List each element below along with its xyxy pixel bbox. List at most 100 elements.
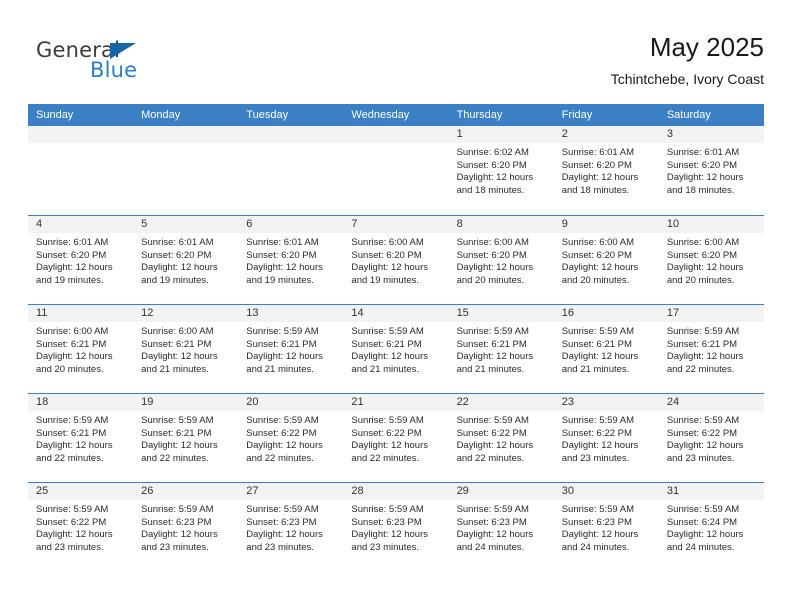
calendar-day-cell[interactable]: 7 Sunrise: 6:00 AM Sunset: 6:20 PM Daylight…: [343, 216, 449, 304]
day-number-band: 17: [658, 305, 764, 322]
daylight-text-line1: Daylight: 12 hours: [561, 529, 639, 541]
day-number: 17: [666, 307, 680, 319]
day-number-band: 3: [658, 126, 764, 143]
sunset-text: Sunset: 6:22 PM: [456, 427, 527, 439]
daylight-text-line2: and 22 minutes.: [246, 452, 314, 464]
calendar-day-cell[interactable]: 31 Sunrise: 5:59 AM Sunset: 6:24 PM Dayligh…: [658, 483, 764, 571]
page-header: General Blue May 2025 Tchintchebe, Ivory…: [28, 30, 764, 96]
day-number: 21: [351, 396, 364, 408]
day-sun-info: Sunrise: 6:02 AM Sunset: 6:20 PM Daylight:…: [449, 143, 554, 197]
daylight-text-line1: Daylight: 12 hours: [351, 351, 428, 363]
daylight-text-line2: and 23 minutes.: [36, 541, 104, 553]
daylight-text-line1: Daylight: 12 hours: [666, 262, 744, 274]
day-number-band: 9: [553, 216, 659, 233]
daylight-text-line2: and 23 minutes.: [141, 541, 209, 553]
sunrise-text: Sunrise: 5:59 AM: [456, 415, 529, 426]
calendar-day-cell[interactable]: 30 Sunrise: 5:59 AM Sunset: 6:23 PM Dayligh…: [553, 483, 659, 571]
calendar-day-cell[interactable]: 26 Sunrise: 5:59 AM Sunset: 6:23 PM Dayligh…: [133, 483, 239, 571]
calendar-day-cell[interactable]: 23 Sunrise: 5:59 AM Sunset: 6:22 PM Dayligh…: [553, 394, 659, 482]
day-sun-info: Sunrise: 5:59 AM Sunset: 6:23 PM Daylight:…: [133, 500, 238, 554]
day-sun-info: Sunrise: 5:59 AM Sunset: 6:21 PM Daylight:…: [659, 322, 764, 376]
daylight-text-line2: and 24 minutes.: [456, 541, 525, 553]
sunrise-text: Sunrise: 5:59 AM: [666, 326, 740, 337]
day-number-band: [343, 126, 449, 143]
daylight-text-line1: Daylight: 12 hours: [246, 440, 323, 452]
calendar-day-cell[interactable]: 3 Sunrise: 6:01 AM Sunset: 6:20 PM Daylight…: [658, 126, 764, 215]
calendar-day-cell[interactable]: 14 Sunrise: 5:59 AM Sunset: 6:21 PM Dayligh…: [343, 305, 449, 393]
day-number: 14: [351, 307, 364, 319]
calendar-day-cell[interactable]: 24 Sunrise: 5:59 AM Sunset: 6:22 PM Dayligh…: [658, 394, 764, 482]
weekday-header-sunday: Sunday: [36, 109, 74, 121]
sunrise-text: Sunrise: 5:59 AM: [561, 326, 635, 337]
calendar-day-cell[interactable]: 1 Sunrise: 6:02 AM Sunset: 6:20 PM Daylight…: [448, 126, 554, 215]
calendar-week-row: 25 Sunrise: 5:59 AM Sunset: 6:22 PM Dayligh…: [28, 482, 764, 571]
calendar-day-cell[interactable]: 21 Sunrise: 5:59 AM Sunset: 6:22 PM Dayligh…: [343, 394, 449, 482]
calendar-day-cell[interactable]: 4 Sunrise: 6:01 AM Sunset: 6:20 PM Daylight…: [28, 216, 134, 304]
calendar-day-cell[interactable]: 2 Sunrise: 6:01 AM Sunset: 6:20 PM Daylight…: [553, 126, 659, 215]
sunrise-text: Sunrise: 6:00 AM: [666, 237, 740, 248]
daylight-text-line2: and 21 minutes.: [456, 363, 525, 375]
sunrise-text: Sunrise: 6:00 AM: [456, 237, 529, 248]
sunrise-text: Sunrise: 5:59 AM: [36, 504, 109, 515]
day-number-band: 28: [343, 483, 449, 500]
sunset-text: Sunset: 6:22 PM: [561, 427, 632, 439]
calendar-day-cell[interactable]: 8 Sunrise: 6:00 AM Sunset: 6:20 PM Daylight…: [448, 216, 554, 304]
calendar-day-cell[interactable]: 11 Sunrise: 6:00 AM Sunset: 6:21 PM Dayligh…: [28, 305, 134, 393]
calendar-day-cell[interactable]: 5 Sunrise: 6:01 AM Sunset: 6:20 PM Daylight…: [133, 216, 239, 304]
day-number: 20: [246, 396, 259, 408]
sunset-text: Sunset: 6:23 PM: [561, 516, 632, 528]
triangle-icon: [110, 43, 136, 59]
calendar-day-cell[interactable]: 20 Sunrise: 5:59 AM Sunset: 6:22 PM Dayligh…: [238, 394, 344, 482]
daylight-text-line2: and 18 minutes.: [456, 184, 525, 196]
daylight-text-line2: and 21 minutes.: [141, 363, 209, 375]
calendar-day-cell[interactable]: 6 Sunrise: 6:01 AM Sunset: 6:20 PM Daylight…: [238, 216, 344, 304]
daylight-text-line2: and 23 minutes.: [666, 452, 735, 464]
daylight-text-line1: Daylight: 12 hours: [456, 529, 534, 541]
day-number: 26: [141, 485, 154, 497]
daylight-text-line1: Daylight: 12 hours: [141, 529, 218, 541]
sunset-text: Sunset: 6:20 PM: [561, 249, 632, 261]
day-number-band: 14: [343, 305, 449, 322]
daylight-text-line1: Daylight: 12 hours: [246, 529, 323, 541]
calendar-day-cell[interactable]: 29 Sunrise: 5:59 AM Sunset: 6:23 PM Dayligh…: [448, 483, 554, 571]
calendar-day-cell[interactable]: 25 Sunrise: 5:59 AM Sunset: 6:22 PM Dayligh…: [28, 483, 134, 571]
calendar-day-cell[interactable]: 9 Sunrise: 6:00 AM Sunset: 6:20 PM Daylight…: [553, 216, 659, 304]
day-sun-info: Sunrise: 6:01 AM Sunset: 6:20 PM Daylight:…: [28, 233, 133, 287]
daylight-text-line1: Daylight: 12 hours: [141, 262, 218, 274]
daylight-text-line1: Daylight: 12 hours: [456, 440, 534, 452]
day-number: 29: [456, 485, 469, 497]
sunset-text: Sunset: 6:20 PM: [246, 249, 317, 261]
day-number: 19: [141, 396, 154, 408]
sunset-text: Sunset: 6:20 PM: [36, 249, 107, 261]
calendar-week-row: 1 Sunrise: 6:02 AM Sunset: 6:20 PM Daylight…: [28, 126, 764, 215]
sunrise-text: Sunrise: 5:59 AM: [561, 415, 635, 426]
sunset-text: Sunset: 6:21 PM: [141, 427, 212, 439]
calendar-day-cell[interactable]: 18 Sunrise: 5:59 AM Sunset: 6:21 PM Dayligh…: [28, 394, 134, 482]
sunrise-text: Sunrise: 6:00 AM: [351, 237, 424, 248]
calendar-day-cell[interactable]: 17 Sunrise: 5:59 AM Sunset: 6:21 PM Dayligh…: [658, 305, 764, 393]
calendar-day-cell[interactable]: 15 Sunrise: 5:59 AM Sunset: 6:21 PM Dayligh…: [448, 305, 554, 393]
calendar-day-cell[interactable]: 19 Sunrise: 5:59 AM Sunset: 6:21 PM Dayligh…: [133, 394, 239, 482]
sunrise-text: Sunrise: 5:59 AM: [246, 504, 319, 515]
daylight-text-line2: and 19 minutes.: [36, 274, 104, 286]
calendar-day-cell[interactable]: 10 Sunrise: 6:00 AM Sunset: 6:20 PM Dayligh…: [658, 216, 764, 304]
calendar-day-cell[interactable]: 12 Sunrise: 6:00 AM Sunset: 6:21 PM Dayligh…: [133, 305, 239, 393]
daylight-text-line1: Daylight: 12 hours: [561, 440, 639, 452]
calendar-day-cell[interactable]: 16 Sunrise: 5:59 AM Sunset: 6:21 PM Dayligh…: [553, 305, 659, 393]
daylight-text-line1: Daylight: 12 hours: [561, 262, 639, 274]
day-sun-info: Sunrise: 5:59 AM Sunset: 6:22 PM Daylight:…: [449, 411, 554, 465]
day-number: 10: [666, 218, 680, 230]
day-number: 16: [561, 307, 574, 319]
sunset-text: Sunset: 6:20 PM: [141, 249, 212, 261]
day-sun-info: Sunrise: 6:00 AM Sunset: 6:20 PM Daylight:…: [343, 233, 448, 287]
weekday-header-saturday: Saturday: [666, 109, 711, 121]
calendar-day-cell[interactable]: 28 Sunrise: 5:59 AM Sunset: 6:23 PM Dayligh…: [343, 483, 449, 571]
day-number-band: 8: [448, 216, 554, 233]
sunset-text: Sunset: 6:23 PM: [351, 516, 422, 528]
calendar-day-cell[interactable]: 22 Sunrise: 5:59 AM Sunset: 6:22 PM Dayligh…: [448, 394, 554, 482]
weekday-header-friday: Friday: [561, 109, 593, 121]
sunrise-text: Sunrise: 5:59 AM: [141, 415, 214, 426]
brand-logo[interactable]: General Blue: [28, 38, 248, 92]
calendar-day-cell[interactable]: 27 Sunrise: 5:59 AM Sunset: 6:23 PM Dayligh…: [238, 483, 344, 571]
calendar-day-cell[interactable]: 13 Sunrise: 5:59 AM Sunset: 6:21 PM Dayligh…: [238, 305, 344, 393]
